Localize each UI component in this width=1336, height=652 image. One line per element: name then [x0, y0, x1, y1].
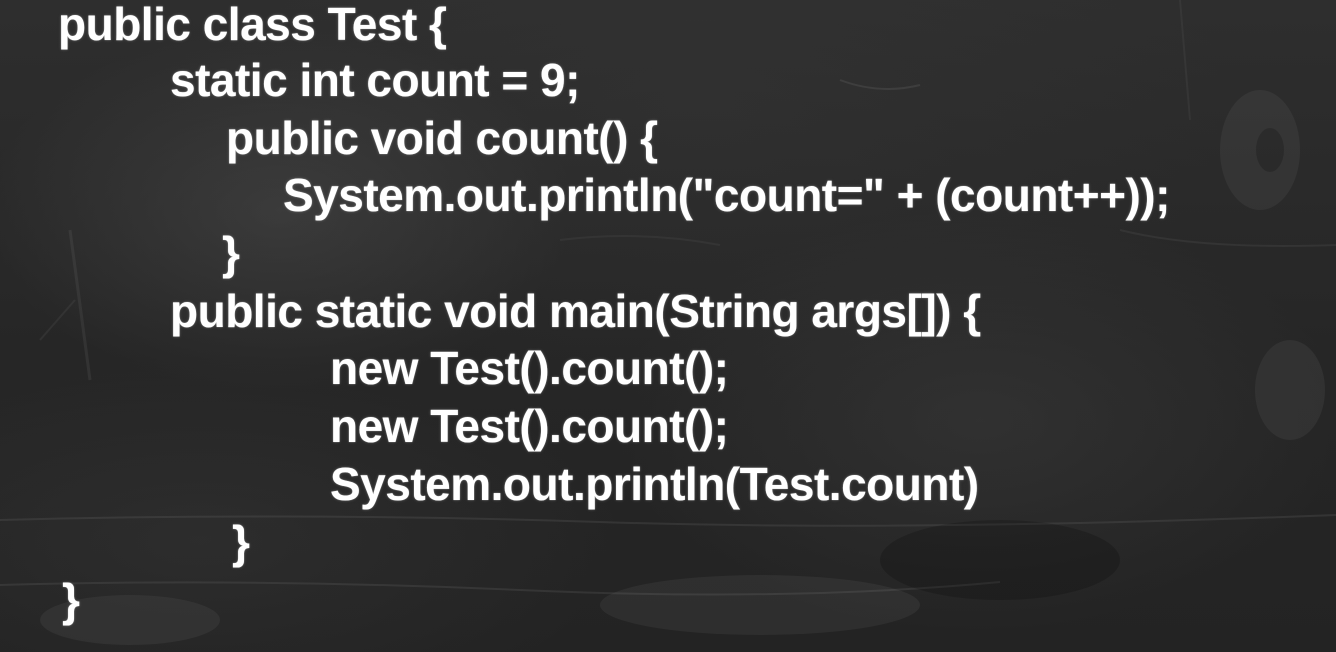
code-line-new-test-call-2: new Test().count();: [330, 400, 729, 452]
code-line-println-test-count: System.out.println(Test.count): [330, 458, 979, 510]
code-line-class-declaration: public class Test {: [58, 0, 447, 50]
code-line-static-field: static int count = 9;: [170, 54, 580, 106]
code-line-main-method: public static void main(String args[]) {: [170, 285, 981, 337]
code-line-main-close: }: [232, 516, 250, 568]
code-block: public class Test { static int count = 9…: [0, 0, 1336, 652]
code-line-println-count: System.out.println("count=" + (count++))…: [283, 169, 1170, 221]
code-line-new-test-call-1: new Test().count();: [330, 342, 729, 394]
code-line-method-close: }: [222, 227, 240, 279]
code-line-class-close: }: [62, 574, 80, 626]
code-line-count-method: public void count() {: [226, 112, 658, 164]
